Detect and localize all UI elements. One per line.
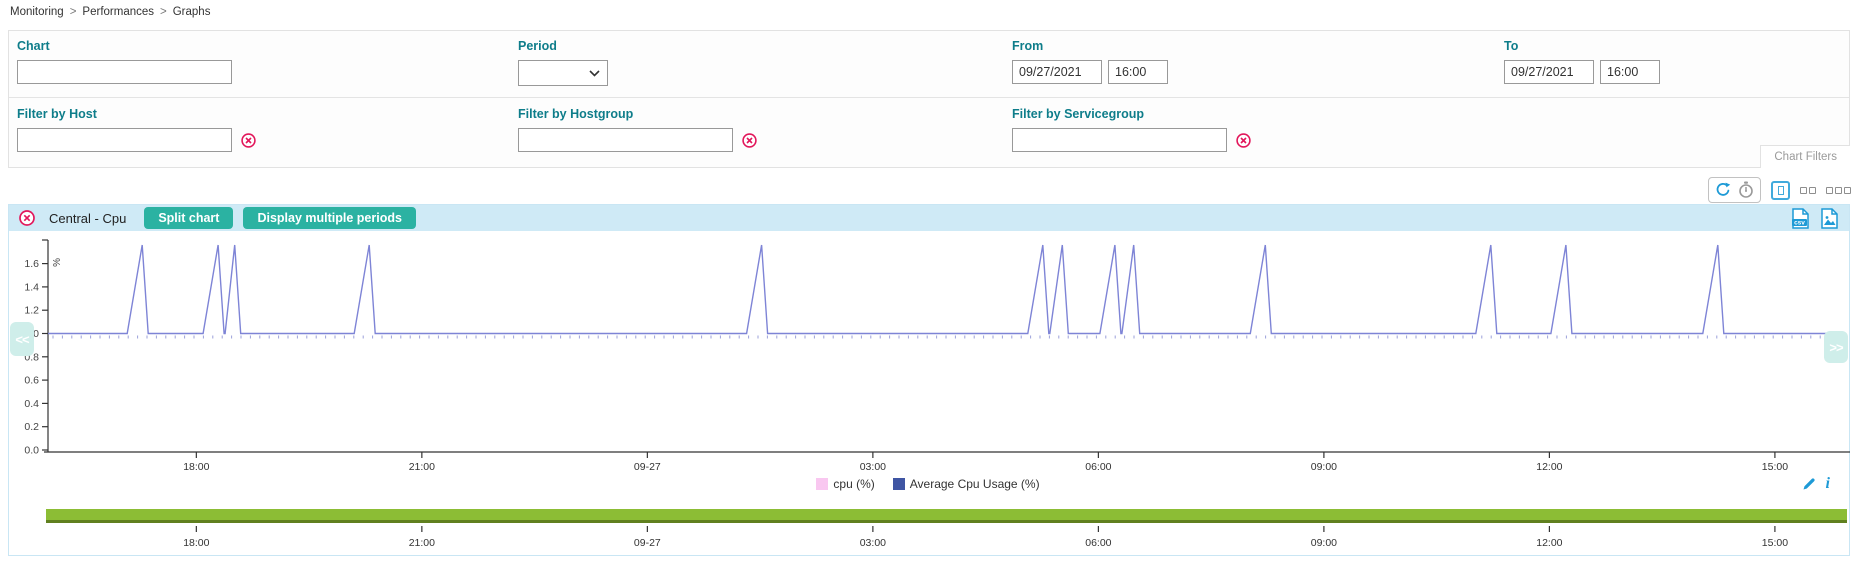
clear-servicegroup-filter-icon[interactable] bbox=[1236, 133, 1251, 148]
svg-text:09-27: 09-27 bbox=[634, 461, 661, 473]
layout-single-column-button[interactable] bbox=[1771, 181, 1790, 200]
legend-item[interactable]: Average Cpu Usage (%) bbox=[893, 477, 1040, 491]
filter-row-divider bbox=[9, 97, 1849, 98]
svg-text:21:00: 21:00 bbox=[409, 461, 435, 473]
from-time-input[interactable] bbox=[1108, 60, 1168, 84]
layout-two-columns-button[interactable] bbox=[1800, 187, 1816, 194]
servicegroup-filter-label: Filter by Servicegroup bbox=[1012, 107, 1251, 121]
svg-text:1.2: 1.2 bbox=[24, 305, 39, 317]
clear-hostgroup-filter-icon[interactable] bbox=[742, 133, 757, 148]
from-field: From bbox=[1012, 39, 1168, 84]
svg-text:12:00: 12:00 bbox=[1536, 461, 1562, 473]
chart-filter-input[interactable] bbox=[17, 60, 232, 84]
pan-left-button[interactable]: << bbox=[10, 322, 34, 356]
hostgroup-filter-label: Filter by Hostgroup bbox=[518, 107, 757, 121]
svg-text:06:00: 06:00 bbox=[1085, 537, 1111, 549]
svg-text:12:00: 12:00 bbox=[1536, 537, 1562, 549]
layout-three-columns-button[interactable] bbox=[1826, 187, 1851, 194]
host-filter-field: Filter by Host bbox=[17, 107, 256, 152]
host-filter-input[interactable] bbox=[17, 128, 232, 152]
csv-icon-label: csv bbox=[1794, 219, 1805, 226]
svg-text:18:00: 18:00 bbox=[183, 461, 209, 473]
breadcrumb-separator: > bbox=[70, 6, 77, 18]
svg-text:15:00: 15:00 bbox=[1762, 461, 1788, 473]
legend-label: Average Cpu Usage (%) bbox=[910, 477, 1040, 491]
legend-label: cpu (%) bbox=[833, 477, 874, 491]
svg-text:15:00: 15:00 bbox=[1762, 537, 1788, 549]
from-label: From bbox=[1012, 39, 1168, 53]
breadcrumb-item[interactable]: Graphs bbox=[173, 6, 211, 18]
breadcrumb-item[interactable]: Monitoring bbox=[10, 6, 64, 18]
refresh-icon[interactable] bbox=[1715, 182, 1731, 198]
to-field: To bbox=[1504, 39, 1660, 84]
hostgroup-filter-field: Filter by Hostgroup bbox=[518, 107, 757, 152]
svg-text:1.4: 1.4 bbox=[24, 281, 39, 293]
svg-text:03:00: 03:00 bbox=[860, 461, 886, 473]
svg-text:03:00: 03:00 bbox=[860, 537, 886, 549]
info-icon[interactable]: i bbox=[1826, 475, 1830, 493]
breadcrumb-item[interactable]: Performances bbox=[82, 6, 154, 18]
svg-text:21:00: 21:00 bbox=[409, 537, 435, 549]
edit-pencil-icon[interactable] bbox=[1802, 477, 1816, 491]
single-chart-glyph bbox=[1778, 186, 1784, 195]
from-date-input[interactable] bbox=[1012, 60, 1102, 84]
chart-filters-tab[interactable]: Chart Filters bbox=[1760, 145, 1850, 168]
chart-filters-panel: Chart Period From To bbox=[8, 30, 1850, 168]
pan-right-button[interactable]: >> bbox=[1824, 331, 1848, 363]
square-glyph bbox=[1800, 187, 1807, 194]
legend-swatch bbox=[816, 478, 828, 490]
to-time-input[interactable] bbox=[1600, 60, 1660, 84]
breadcrumb-separator: > bbox=[160, 6, 167, 18]
legend-item[interactable]: cpu (%) bbox=[816, 477, 874, 491]
svg-text:0.4: 0.4 bbox=[24, 398, 39, 410]
period-label: Period bbox=[518, 39, 608, 53]
square-glyph bbox=[1835, 187, 1842, 194]
svg-text:09:00: 09:00 bbox=[1311, 461, 1337, 473]
clear-host-filter-icon[interactable] bbox=[241, 133, 256, 148]
to-label: To bbox=[1504, 39, 1660, 53]
svg-text:1.6: 1.6 bbox=[24, 258, 39, 270]
svg-text:09-27: 09-27 bbox=[634, 537, 661, 549]
chevron-down-icon bbox=[589, 70, 600, 77]
to-date-input[interactable] bbox=[1504, 60, 1594, 84]
svg-text:06:00: 06:00 bbox=[1085, 461, 1111, 473]
hostgroup-filter-input[interactable] bbox=[518, 128, 733, 152]
display-multiple-periods-button[interactable]: Display multiple periods bbox=[243, 207, 415, 229]
timeline-selection-bar[interactable] bbox=[46, 509, 1847, 523]
svg-text:0.2: 0.2 bbox=[24, 421, 39, 433]
chart-filter-field: Chart bbox=[17, 39, 232, 84]
svg-text:18:00: 18:00 bbox=[183, 537, 209, 549]
servicegroup-filter-input[interactable] bbox=[1012, 128, 1227, 152]
refresh-group bbox=[1708, 177, 1761, 203]
square-glyph bbox=[1809, 187, 1816, 194]
svg-text:0.0: 0.0 bbox=[24, 445, 39, 457]
legend-tools: i bbox=[1802, 475, 1830, 493]
svg-text:0.6: 0.6 bbox=[24, 375, 39, 387]
legend-swatch bbox=[893, 478, 905, 490]
square-glyph bbox=[1844, 187, 1851, 194]
svg-text:%: % bbox=[52, 258, 63, 267]
export-image-icon[interactable] bbox=[1820, 208, 1839, 229]
host-filter-label: Filter by Host bbox=[17, 107, 256, 121]
graph-toolbar bbox=[1708, 177, 1851, 203]
servicegroup-filter-field: Filter by Servicegroup bbox=[1012, 107, 1251, 152]
export-csv-icon[interactable]: csv bbox=[1791, 208, 1810, 229]
chart-legend: cpu (%) Average Cpu Usage (%) bbox=[46, 477, 1810, 491]
breadcrumb: Monitoring > Performances > Graphs bbox=[10, 6, 210, 18]
svg-text:09:00: 09:00 bbox=[1311, 537, 1337, 549]
performance-graphs-page: Monitoring > Performances > Graphs Chart Per… bbox=[0, 0, 1860, 562]
chart-title: Central - Cpu bbox=[49, 211, 126, 226]
auto-refresh-timer-icon[interactable] bbox=[1738, 181, 1754, 199]
split-chart-button[interactable]: Split chart bbox=[144, 207, 233, 229]
chart-filter-label: Chart bbox=[17, 39, 232, 53]
square-glyph bbox=[1826, 187, 1833, 194]
period-select[interactable] bbox=[518, 60, 608, 86]
remove-chart-icon[interactable] bbox=[19, 210, 35, 226]
period-field: Period bbox=[518, 39, 608, 86]
